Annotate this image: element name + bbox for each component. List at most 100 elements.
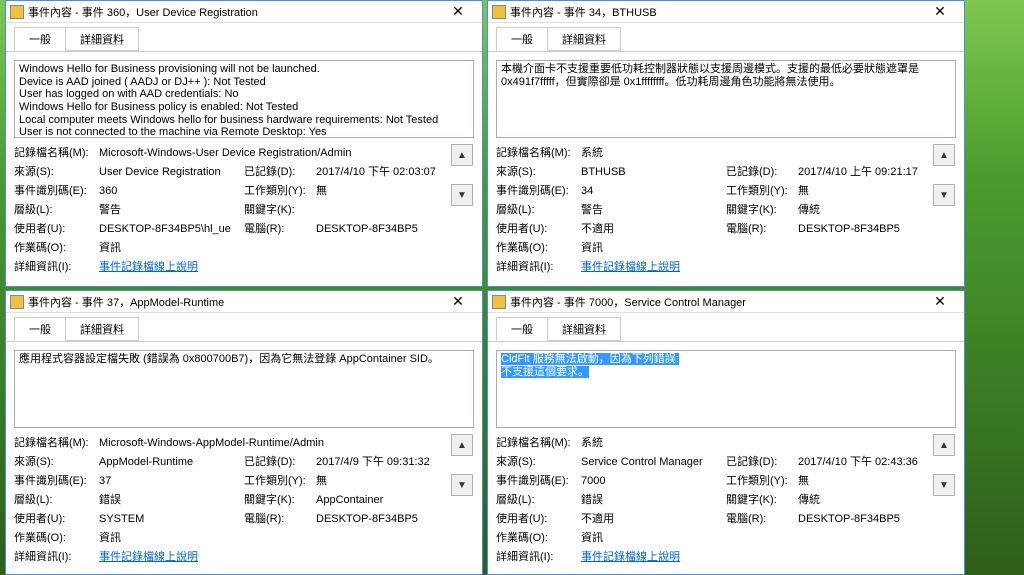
msg-line2: 不支援這個要求。 — [501, 366, 589, 378]
val-eventid: 7000 — [581, 475, 726, 487]
message-textarea[interactable]: 本機介面卡不支援重要低功耗控制器狀態以支援周邊模式。支援的最低必要狀態遮罩是 0… — [496, 60, 956, 138]
arrow-up-button[interactable]: ▲ — [451, 144, 473, 166]
lbl-computer: 電腦(R): — [726, 510, 798, 526]
val-user: 不適用 — [581, 220, 726, 236]
close-icon[interactable]: ✕ — [920, 2, 960, 22]
help-link[interactable]: 事件記錄檔線上說明 — [99, 261, 198, 273]
nav-arrows: ▲ ▼ — [932, 434, 956, 564]
val-taskcat: 無 — [798, 472, 924, 488]
val-keywords: 傳統 — [798, 491, 924, 507]
val-taskcat: 無 — [316, 182, 442, 198]
arrow-down-button[interactable]: ▼ — [451, 184, 473, 206]
message-textarea[interactable]: 應用程式容器設定檔失敗 (錯誤為 0x800700B7)，因為它無法登錄 App… — [14, 350, 474, 428]
tab-detail[interactable]: 詳細資料 — [547, 317, 621, 341]
val-keywords: 傳統 — [798, 201, 924, 217]
help-link[interactable]: 事件記錄檔線上說明 — [581, 551, 680, 563]
lbl-moreinfo: 詳細資訊(I): — [496, 548, 581, 564]
details-grid: 記錄檔名稱(M): 系統 來源(S): Service Control Mana… — [496, 434, 924, 564]
val-eventid: 34 — [581, 185, 726, 197]
val-opcode: 資訊 — [581, 529, 924, 545]
lbl-opcode: 作業碼(O): — [496, 239, 581, 255]
val-source: BTHUSB — [581, 166, 726, 178]
lbl-taskcat: 工作類別(Y): — [726, 182, 798, 198]
val-user: 不適用 — [581, 510, 726, 526]
lbl-source: 來源(S): — [496, 163, 581, 179]
window-title: 事件內容 - 事件 37，AppModel-Runtime — [28, 294, 438, 310]
lbl-logname: 記錄檔名稱(M): — [14, 434, 99, 450]
details: 記錄檔名稱(M): Microsoft-Windows-User Device … — [14, 144, 474, 274]
lbl-taskcat: 工作類別(Y): — [244, 182, 316, 198]
val-source: Service Control Manager — [581, 456, 726, 468]
lbl-level: 層級(L): — [14, 201, 99, 217]
tab-general[interactable]: 一般 — [496, 317, 548, 341]
nav-arrows: ▲ ▼ — [932, 144, 956, 274]
event-window-1: 事件內容 - 事件 360，User Device Registration ✕… — [5, 0, 483, 287]
arrow-up-button[interactable]: ▲ — [933, 434, 955, 456]
arrow-up-button[interactable]: ▲ — [933, 144, 955, 166]
window-title: 事件內容 - 事件 34，BTHUSB — [510, 4, 920, 20]
lbl-user: 使用者(U): — [14, 220, 99, 236]
window-title: 事件內容 - 事件 7000，Service Control Manager — [510, 294, 920, 310]
lbl-logged: 已記錄(D): — [726, 453, 798, 469]
lbl-opcode: 作業碼(O): — [14, 529, 99, 545]
lbl-level: 層級(L): — [496, 201, 581, 217]
content: Windows Hello for Business provisioning … — [6, 52, 482, 286]
val-source: User Device Registration — [99, 166, 244, 178]
lbl-taskcat: 工作類別(Y): — [244, 472, 316, 488]
val-logname: 系統 — [581, 434, 924, 450]
val-source: AppModel-Runtime — [99, 456, 244, 468]
tab-general[interactable]: 一般 — [496, 27, 548, 51]
details: 記錄檔名稱(M): 系統 來源(S): Service Control Mana… — [496, 434, 956, 564]
arrow-down-button[interactable]: ▼ — [933, 474, 955, 496]
val-opcode: 資訊 — [99, 529, 442, 545]
tab-detail[interactable]: 詳細資料 — [547, 27, 621, 51]
arrow-down-button[interactable]: ▼ — [933, 184, 955, 206]
event-window-3: 事件內容 - 事件 37，AppModel-Runtime ✕ 一般 詳細資料 … — [5, 290, 483, 575]
details-grid: 記錄檔名稱(M): 系統 來源(S): BTHUSB 已記錄(D): 2017/… — [496, 144, 924, 274]
lbl-logname: 記錄檔名稱(M): — [496, 434, 581, 450]
lbl-eventid: 事件識別碼(E): — [14, 472, 99, 488]
val-keywords: AppContainer — [316, 494, 442, 506]
lbl-eventid: 事件識別碼(E): — [496, 182, 581, 198]
val-logname: Microsoft-Windows-AppModel-Runtime/Admin — [99, 437, 442, 449]
lbl-logname: 記錄檔名稱(M): — [496, 144, 581, 160]
content: 應用程式容器設定檔失敗 (錯誤為 0x800700B7)，因為它無法登錄 App… — [6, 342, 482, 574]
val-helplink: 事件記錄檔線上說明 — [581, 258, 924, 274]
titlebar[interactable]: 事件內容 - 事件 7000，Service Control Manager ✕ — [488, 291, 964, 313]
lbl-source: 來源(S): — [14, 163, 99, 179]
help-link[interactable]: 事件記錄檔線上說明 — [99, 551, 198, 563]
tab-general[interactable]: 一般 — [14, 317, 66, 341]
app-icon — [492, 295, 506, 309]
val-computer: DESKTOP-8F34BP5 — [316, 513, 442, 525]
val-logged: 2017/4/10 上午 09:21:17 — [798, 163, 924, 179]
lbl-logged: 已記錄(D): — [244, 453, 316, 469]
val-computer: DESKTOP-8F34BP5 — [316, 223, 442, 235]
lbl-eventid: 事件識別碼(E): — [14, 182, 99, 198]
message-textarea[interactable]: Windows Hello for Business provisioning … — [14, 60, 474, 138]
val-user: DESKTOP-8F34BP5\hl_ue — [99, 223, 244, 235]
lbl-computer: 電腦(R): — [244, 220, 316, 236]
tab-general[interactable]: 一般 — [14, 27, 66, 51]
app-icon — [10, 295, 24, 309]
tab-detail[interactable]: 詳細資料 — [65, 27, 139, 51]
help-link[interactable]: 事件記錄檔線上說明 — [581, 261, 680, 273]
titlebar[interactable]: 事件內容 - 事件 34，BTHUSB ✕ — [488, 1, 964, 23]
app-icon — [10, 5, 24, 19]
tab-detail[interactable]: 詳細資料 — [65, 317, 139, 341]
message-textarea[interactable]: CldFlt 服務無法啟動，因為下列錯誤: 不支援這個要求。 — [496, 350, 956, 428]
arrow-up-button[interactable]: ▲ — [451, 434, 473, 456]
close-icon[interactable]: ✕ — [438, 292, 478, 312]
lbl-taskcat: 工作類別(Y): — [726, 472, 798, 488]
event-window-4: 事件內容 - 事件 7000，Service Control Manager ✕… — [487, 290, 965, 575]
titlebar[interactable]: 事件內容 - 事件 360，User Device Registration ✕ — [6, 1, 482, 23]
tabs: 一般 詳細資料 — [6, 23, 482, 52]
close-icon[interactable]: ✕ — [920, 292, 960, 312]
val-logged: 2017/4/9 下午 09:31:32 — [316, 453, 442, 469]
titlebar[interactable]: 事件內容 - 事件 37，AppModel-Runtime ✕ — [6, 291, 482, 313]
val-logname: 系統 — [581, 144, 924, 160]
close-icon[interactable]: ✕ — [438, 2, 478, 22]
content: CldFlt 服務無法啟動，因為下列錯誤: 不支援這個要求。 記錄檔名稱(M):… — [488, 342, 964, 574]
arrow-down-button[interactable]: ▼ — [451, 474, 473, 496]
val-opcode: 資訊 — [99, 239, 442, 255]
details: 記錄檔名稱(M): Microsoft-Windows-AppModel-Run… — [14, 434, 474, 564]
